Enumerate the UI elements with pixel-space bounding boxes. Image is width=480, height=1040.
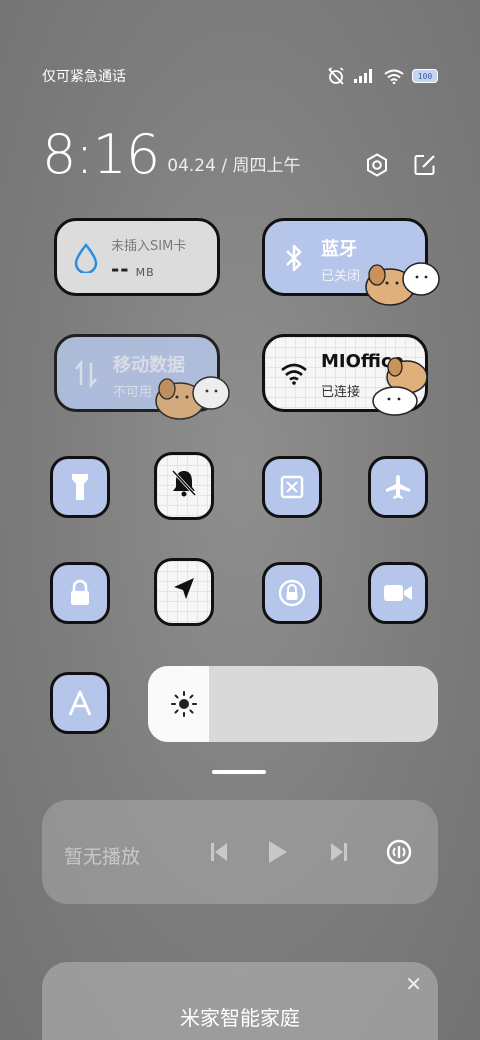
bluetooth-title: 蓝牙 <box>321 239 357 260</box>
video-icon <box>371 577 425 609</box>
wifi-icon <box>279 359 309 389</box>
clock-row: 8:16 04.24 / 周四上午 <box>42 122 438 182</box>
smart-home-card[interactable]: ✕ 米家智能家庭 <box>42 962 438 1040</box>
media-player: 暂无播放 <box>42 800 438 904</box>
wifi-status: 已连接 <box>321 385 361 400</box>
play-icon[interactable] <box>264 838 290 866</box>
screen-record-toggle[interactable] <box>368 562 428 624</box>
sim-data-tile[interactable]: 未插入SIM卡 -- MB <box>54 218 220 296</box>
font-toggle[interactable] <box>50 672 110 734</box>
alarm-off-icon <box>326 67 346 85</box>
cast-icon[interactable] <box>384 838 414 866</box>
rotation-lock-toggle[interactable] <box>262 562 322 624</box>
media-status: 暂无播放 <box>64 846 141 868</box>
status-icons: 100 <box>326 67 438 85</box>
airplane-toggle[interactable] <box>368 456 428 518</box>
dog-sticker-icon <box>155 376 230 420</box>
rotation-lock-icon <box>265 577 319 609</box>
lock-icon <box>53 577 107 609</box>
sim-data-value: -- MB <box>111 257 155 281</box>
data-arrows-icon <box>71 359 101 389</box>
location-icon <box>157 573 211 605</box>
dog-sticker-icon <box>372 357 428 416</box>
bluetooth-icon <box>279 243 309 273</box>
screenshot-icon <box>265 471 319 503</box>
sim-title: 未插入SIM卡 <box>111 239 187 254</box>
mute-toggle[interactable] <box>154 452 214 520</box>
carrier-text: 仅可紧急通话 <box>42 69 126 85</box>
airplane-icon <box>371 471 425 503</box>
status-bar: 仅可紧急通话 100 <box>42 66 438 86</box>
lock-screen-toggle[interactable] <box>50 562 110 624</box>
wifi-status-icon <box>384 69 404 84</box>
next-icon[interactable] <box>326 838 352 866</box>
settings-icon[interactable] <box>364 152 390 178</box>
bluetooth-status: 已关闭 <box>321 269 361 284</box>
screenshot-toggle[interactable] <box>262 456 322 518</box>
close-icon[interactable]: ✕ <box>405 972 422 996</box>
edit-icon[interactable] <box>412 152 438 178</box>
bluetooth-tile[interactable]: 蓝牙 已关闭 <box>262 218 440 306</box>
signal-icon <box>354 69 376 83</box>
sim-value-number: -- <box>111 257 130 281</box>
flashlight-icon <box>53 471 107 503</box>
water-drop-icon <box>71 243 101 273</box>
font-icon <box>53 687 107 719</box>
brightness-slider[interactable] <box>148 666 438 742</box>
mobile-data-tile[interactable]: 移动数据 不可用 <box>54 334 230 420</box>
dog-sticker-icon <box>365 262 440 306</box>
clock-time: 8:16 <box>42 123 160 186</box>
smart-home-title: 米家智能家庭 <box>180 1006 300 1030</box>
mute-bell-icon <box>157 467 211 499</box>
drag-handle[interactable] <box>212 770 266 774</box>
clock-date: 04.24 / 周四上午 <box>167 156 301 176</box>
sun-icon <box>170 690 198 722</box>
mobile-data-status: 不可用 <box>113 385 153 400</box>
battery-icon: 100 <box>412 69 438 83</box>
location-toggle[interactable] <box>154 558 214 626</box>
wifi-tile[interactable]: MIOffice 已连接 <box>262 334 428 416</box>
previous-icon[interactable] <box>206 838 232 866</box>
sim-unit: MB <box>135 266 155 279</box>
flashlight-toggle[interactable] <box>50 456 110 518</box>
